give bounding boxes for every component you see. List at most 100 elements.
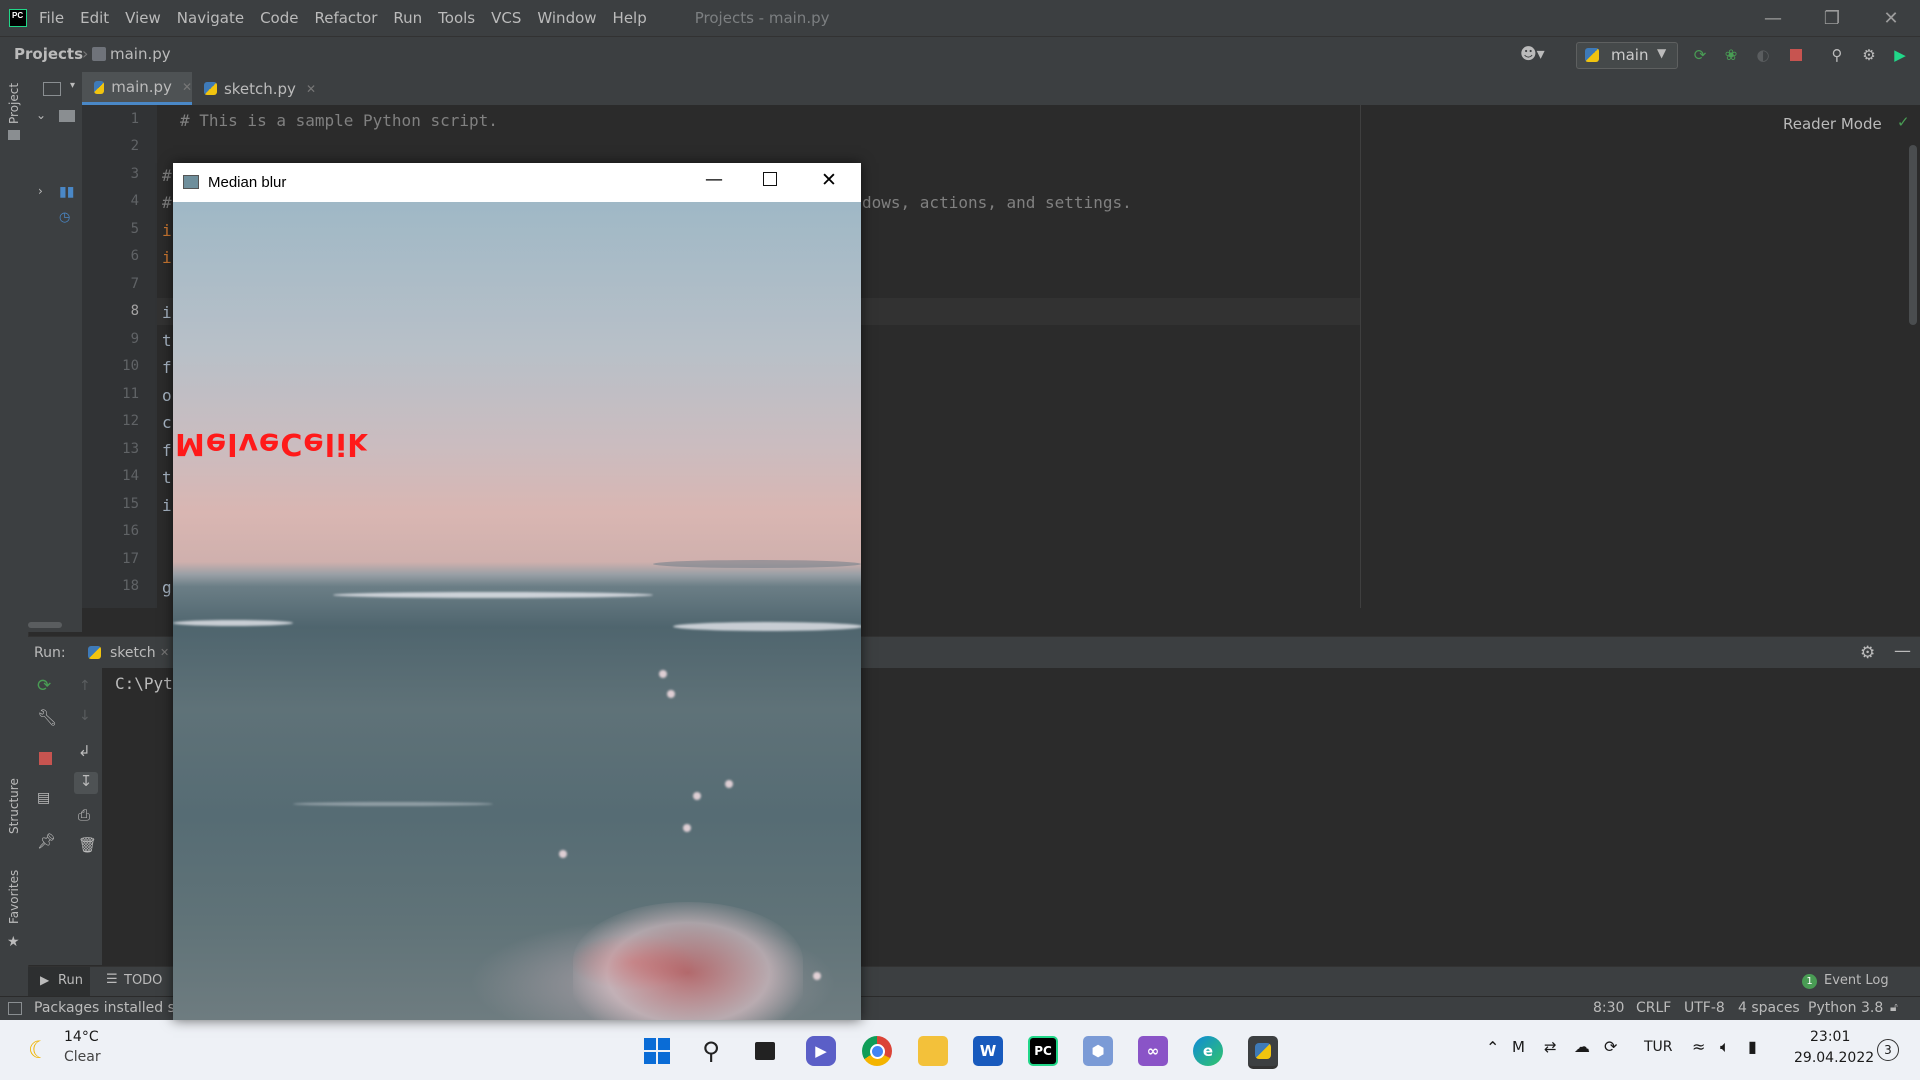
scroll-to-end-icon[interactable]: ↧	[74, 772, 98, 794]
minimize-icon[interactable]: —	[705, 169, 723, 190]
chevron-down-icon[interactable]: ▾	[70, 80, 75, 91]
virtualbox-icon[interactable]: ⬢	[1083, 1036, 1113, 1066]
collapse-chevron-icon[interactable]: ›	[38, 184, 43, 198]
menu-code[interactable]: Code	[260, 9, 298, 27]
run-config-select[interactable]: main ▼	[1576, 42, 1678, 69]
inspection-ok-icon[interactable]: ✓	[1897, 113, 1910, 131]
run-tab-sketch[interactable]: sketch	[110, 645, 156, 661]
battery-icon[interactable]: ▮	[1748, 1037, 1757, 1056]
gear-icon[interactable]: ⚙	[1860, 643, 1875, 663]
menu-tools[interactable]: Tools	[438, 9, 475, 27]
toolbox-icon[interactable]: ▶	[1890, 45, 1910, 65]
close-tab-icon[interactable]: ✕	[306, 82, 316, 96]
close-tab-icon[interactable]: ✕	[182, 80, 192, 94]
median-blur-title-bar[interactable]: Median blur — ✕	[173, 163, 861, 202]
refresh-tray-icon[interactable]: ⟳	[1604, 1037, 1617, 1056]
stop-icon[interactable]	[1786, 45, 1806, 65]
close-icon[interactable]: ✕	[821, 169, 837, 191]
teams-chat-icon[interactable]: ▶	[806, 1036, 836, 1066]
word-icon[interactable]: W	[973, 1036, 1003, 1066]
menu-run[interactable]: Run	[393, 9, 422, 27]
menu-refactor[interactable]: Refactor	[314, 9, 377, 27]
status-message[interactable]: Packages installed su	[34, 1000, 184, 1016]
file-explorer-icon[interactable]	[918, 1036, 948, 1066]
breadcrumb-root[interactable]: Projects	[14, 45, 83, 63]
status-indent[interactable]: 4 spaces	[1738, 1000, 1800, 1016]
maximize-icon[interactable]	[763, 172, 777, 186]
minimize-icon[interactable]: —	[1744, 0, 1802, 36]
horizontal-scrollbar[interactable]	[28, 622, 62, 628]
moon-weather-icon[interactable]: ☾	[28, 1036, 50, 1064]
pycharm-icon[interactable]: PC	[1028, 1036, 1058, 1066]
status-interpreter[interactable]: Python 3.8	[1808, 1000, 1883, 1016]
lock-icon[interactable]: 🔓︎	[1890, 1000, 1898, 1015]
print-icon[interactable]: ⎙	[78, 806, 90, 824]
wrench-icon[interactable]: 🔧︎	[37, 708, 57, 727]
edge-icon[interactable]: e	[1193, 1036, 1223, 1066]
tool-tab-event-log[interactable]: 1 Event Log	[1802, 967, 1912, 997]
close-tab-icon[interactable]: ✕	[160, 646, 169, 659]
status-panel-icon[interactable]	[8, 1002, 22, 1015]
tray-sync-icon[interactable]: ⇄	[1544, 1038, 1557, 1056]
menu-navigate[interactable]: Navigate	[177, 9, 244, 27]
cloud-icon[interactable]: ☁	[1574, 1037, 1590, 1056]
close-icon[interactable]: ✕	[1862, 0, 1920, 36]
hide-panel-icon[interactable]: —	[1894, 641, 1911, 661]
clock-time[interactable]: 23:01	[1810, 1029, 1850, 1045]
menu-view[interactable]: View	[125, 9, 161, 27]
vertical-scrollbar[interactable]	[1909, 145, 1917, 325]
wifi-icon[interactable]: ≈	[1692, 1037, 1705, 1056]
menu-file[interactable]: File	[39, 9, 64, 27]
user-icon[interactable]: ☻▾	[1520, 44, 1545, 63]
notification-count-badge[interactable]: 3	[1877, 1039, 1899, 1061]
breadcrumb-file[interactable]: main.py	[110, 45, 171, 63]
tool-window-favorites[interactable]: Favorites	[7, 870, 21, 924]
visual-studio-icon[interactable]: ∞	[1138, 1036, 1168, 1066]
menu-vcs[interactable]: VCS	[491, 9, 521, 27]
tab-main-py[interactable]: main.py ✕	[82, 72, 192, 105]
trash-icon[interactable]: 🗑︎	[78, 836, 97, 854]
tool-tab-todo[interactable]: ☰ TODO	[106, 967, 176, 997]
tab-sketch-py[interactable]: sketch.py ✕	[204, 72, 316, 105]
speaker-icon[interactable]: 🔈︎	[1720, 1037, 1730, 1057]
weather-description[interactable]: Clear	[64, 1049, 101, 1065]
clock-date[interactable]: 29.04.2022	[1794, 1050, 1874, 1066]
tool-tab-run[interactable]: ▶ Run	[28, 967, 90, 997]
gear-icon[interactable]: ⚙	[1859, 45, 1879, 65]
search-icon[interactable]: ⚲	[1827, 45, 1847, 65]
chevron-up-icon[interactable]: ⌃	[1486, 1038, 1499, 1057]
tool-window-project[interactable]: Project	[7, 83, 21, 124]
status-encoding[interactable]: UTF-8	[1684, 1000, 1725, 1016]
reader-mode-toggle[interactable]: Reader Mode	[1783, 115, 1882, 133]
tool-window-structure[interactable]: Structure	[7, 778, 21, 834]
panel-layout-icon[interactable]	[43, 82, 61, 96]
status-caret-position[interactable]: 8:30	[1593, 1000, 1624, 1016]
rerun-icon[interactable]: ⟳	[37, 676, 51, 696]
layout-icon[interactable]: ▤	[37, 790, 50, 806]
task-view-icon[interactable]	[750, 1036, 780, 1066]
folder-icon[interactable]	[59, 110, 75, 122]
chrome-icon[interactable]	[862, 1036, 892, 1066]
restore-icon[interactable]: ❐	[1803, 0, 1861, 36]
status-line-separator[interactable]: CRLF	[1636, 1000, 1671, 1016]
pin-icon[interactable]: 📌︎	[37, 832, 56, 850]
tray-app-icon[interactable]: M	[1512, 1038, 1525, 1056]
menu-window[interactable]: Window	[537, 9, 596, 27]
arrow-up-icon[interactable]: ↑	[79, 678, 91, 694]
search-icon[interactable]: ⚲	[696, 1036, 726, 1066]
python-app-icon[interactable]	[1248, 1036, 1278, 1069]
arrow-down-icon[interactable]: ↓	[79, 708, 91, 724]
libraries-icon[interactable]: ▮▮	[59, 184, 74, 200]
scratches-icon[interactable]: ◷	[59, 210, 70, 225]
input-language[interactable]: TUR	[1644, 1039, 1673, 1055]
menu-edit[interactable]: Edit	[80, 9, 109, 27]
debug-icon[interactable]: ❀	[1721, 45, 1741, 65]
soft-wrap-icon[interactable]: ↲	[78, 742, 91, 760]
expand-chevron-icon[interactable]: ⌄	[36, 108, 46, 122]
menu-help[interactable]: Help	[613, 9, 647, 27]
weather-temperature[interactable]: 14°C	[64, 1029, 99, 1045]
stop-icon[interactable]	[39, 752, 52, 765]
rerun-icon[interactable]: ⟳	[1690, 45, 1710, 65]
windows-start-icon[interactable]	[642, 1036, 672, 1066]
coverage-icon[interactable]: ◐	[1753, 45, 1773, 65]
